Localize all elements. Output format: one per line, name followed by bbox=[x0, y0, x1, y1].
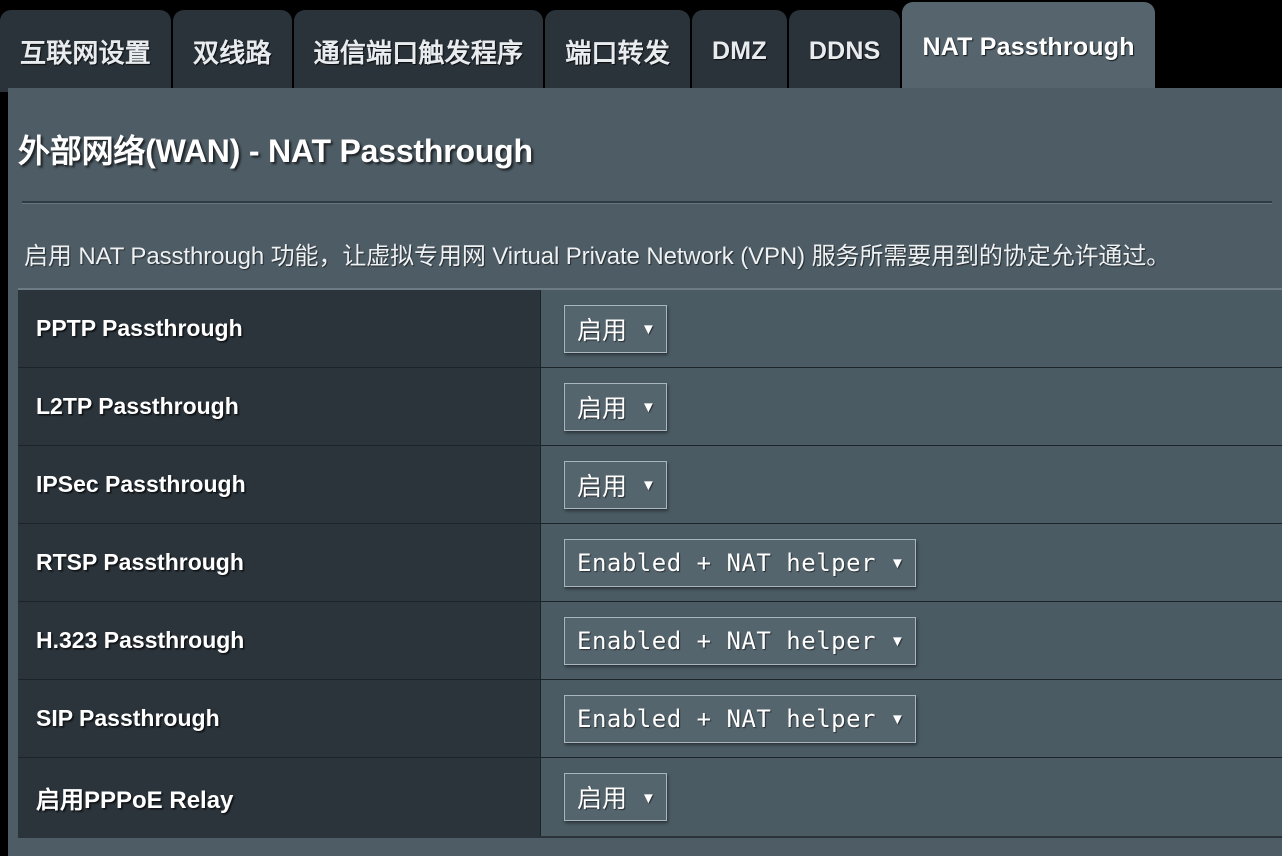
chevron-down-icon: ▼ bbox=[641, 321, 656, 338]
chevron-down-icon: ▼ bbox=[641, 789, 656, 807]
setting-value-cell: 启用 ▼ bbox=[541, 368, 1282, 445]
table-row: L2TP Passthrough 启用 ▼ bbox=[18, 368, 1282, 446]
left-edge-strip bbox=[0, 193, 8, 856]
setting-dropdown[interactable]: Enabled + NAT helper ▼ bbox=[564, 616, 916, 665]
table-row: 启用PPPoE Relay 启用 ▼ bbox=[18, 758, 1282, 836]
setting-label: PPTP Passthrough bbox=[18, 290, 541, 367]
setting-dropdown[interactable]: 启用 ▼ bbox=[564, 460, 667, 509]
setting-value-cell: Enabled + NAT helper ▼ bbox=[541, 680, 1282, 757]
setting-dropdown[interactable]: 启用 ▼ bbox=[564, 382, 667, 431]
setting-value-cell: Enabled + NAT helper ▼ bbox=[541, 602, 1282, 679]
setting-label: SIP Passthrough bbox=[18, 680, 541, 757]
table-row: IPSec Passthrough 启用 ▼ bbox=[18, 446, 1282, 524]
nat-passthrough-settings-table: PPTP Passthrough 启用 ▼ L2TP Passthrough 启用 ▼ IP… bbox=[18, 288, 1282, 838]
setting-label: IPSec Passthrough bbox=[18, 446, 541, 523]
setting-value-cell: Enabled + NAT helper ▼ bbox=[541, 524, 1282, 601]
setting-dropdown[interactable]: Enabled + NAT helper ▼ bbox=[564, 694, 916, 743]
tab-label: DMZ bbox=[712, 36, 767, 65]
setting-label: L2TP Passthrough bbox=[18, 368, 541, 445]
table-row: RTSP Passthrough Enabled + NAT helper ▼ bbox=[18, 524, 1282, 602]
setting-label: H.323 Passthrough bbox=[18, 602, 541, 679]
chevron-down-icon: ▼ bbox=[889, 633, 905, 650]
tab-0[interactable]: 互联网设置 bbox=[0, 10, 172, 92]
setting-value-cell: 启用 ▼ bbox=[541, 446, 1282, 523]
dropdown-selected-value: 启用 bbox=[577, 316, 628, 345]
tab-5[interactable]: DDNS bbox=[788, 10, 901, 92]
tab-label: NAT Passthrough bbox=[922, 32, 1135, 61]
chevron-down-icon: ▼ bbox=[889, 555, 905, 572]
dropdown-selected-value: 启用 bbox=[577, 394, 628, 423]
table-row: H.323 Passthrough Enabled + NAT helper ▼ bbox=[18, 602, 1282, 680]
setting-dropdown[interactable]: 启用 ▼ bbox=[564, 773, 667, 821]
dropdown-selected-value: 启用 bbox=[577, 472, 628, 501]
table-row: SIP Passthrough Enabled + NAT helper ▼ bbox=[18, 680, 1282, 758]
tab-2[interactable]: 通信端口触发程序 bbox=[293, 10, 544, 92]
tab-label: 通信端口触发程序 bbox=[313, 37, 524, 68]
dropdown-selected-value: Enabled + NAT helper bbox=[577, 626, 876, 655]
chevron-down-icon: ▼ bbox=[889, 711, 905, 728]
setting-label: 启用PPPoE Relay bbox=[18, 758, 541, 836]
chevron-down-icon: ▼ bbox=[641, 477, 656, 494]
tab-label: DDNS bbox=[808, 36, 881, 65]
tab-active-6[interactable]: NAT Passthrough bbox=[902, 2, 1155, 92]
tab-label: 互联网设置 bbox=[20, 37, 152, 68]
title-divider bbox=[22, 201, 1272, 203]
tab-1[interactable]: 双线路 bbox=[173, 10, 292, 92]
tab-bar: 互联网设置 双线路 通信端口触发程序 端口转发 DMZ DDNS NAT Passthrou… bbox=[0, 0, 1282, 92]
setting-label: RTSP Passthrough bbox=[18, 524, 541, 601]
chevron-down-icon: ▼ bbox=[641, 399, 656, 416]
page-description: 启用 NAT Passthrough 功能，让虚拟专用网 Virtual Pri… bbox=[24, 243, 1171, 270]
tab-label: 端口转发 bbox=[565, 37, 671, 68]
router-admin-page: 互联网设置 双线路 通信端口触发程序 端口转发 DMZ DDNS NAT Passthrou… bbox=[0, 0, 1282, 856]
footer-bar bbox=[8, 838, 1282, 856]
setting-value-cell: 启用 ▼ bbox=[541, 758, 1282, 836]
tab-label: 双线路 bbox=[193, 37, 272, 68]
dropdown-selected-value: Enabled + NAT helper bbox=[577, 704, 876, 733]
tab-3[interactable]: 端口转发 bbox=[545, 10, 691, 92]
setting-value-cell: 启用 ▼ bbox=[541, 290, 1282, 367]
tab-4[interactable]: DMZ bbox=[692, 10, 787, 92]
dropdown-selected-value: Enabled + NAT helper bbox=[577, 548, 876, 577]
dropdown-selected-value: 启用 bbox=[577, 785, 628, 813]
page-title: 外部网络(WAN) - NAT Passthrough bbox=[18, 133, 533, 169]
setting-dropdown[interactable]: Enabled + NAT helper ▼ bbox=[564, 538, 916, 587]
table-row: PPTP Passthrough 启用 ▼ bbox=[18, 290, 1282, 368]
setting-dropdown[interactable]: 启用 ▼ bbox=[564, 304, 667, 353]
